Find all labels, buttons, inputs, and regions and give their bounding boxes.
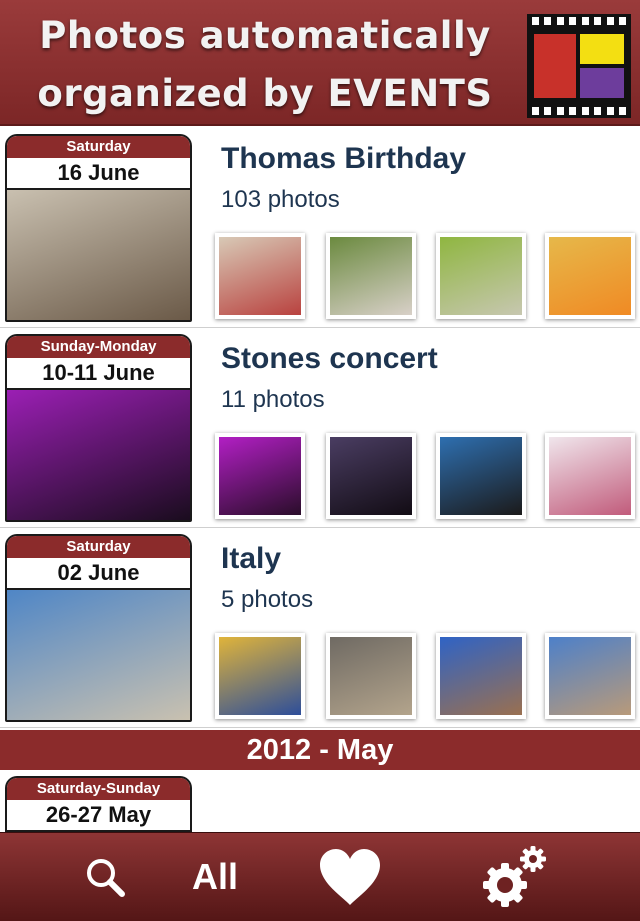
event-day: Saturday: [7, 536, 190, 558]
event-thumbnail[interactable]: [545, 433, 635, 519]
event-title[interactable]: Stones concert: [221, 342, 438, 376]
banner-line-2: organized by EVENTS: [37, 72, 493, 115]
event-thumbnail[interactable]: [215, 633, 305, 719]
event-thumbnail[interactable]: [436, 633, 526, 719]
event-row[interactable]: Sunday-Monday 10-11 June Stones concert …: [0, 328, 640, 528]
event-thumbnail[interactable]: [436, 233, 526, 319]
event-day: Saturday: [7, 136, 190, 158]
event-day: Saturday-Sunday: [7, 778, 190, 800]
event-thumbnails: [215, 633, 640, 723]
event-row[interactable]: Saturday 16 June Thomas Birthday 103 pho…: [0, 128, 640, 328]
event-thumbnails: [215, 233, 640, 323]
event-title[interactable]: Italy: [221, 542, 281, 576]
month-section-header: 2012 - May: [0, 730, 640, 770]
event-cover-photo: [7, 190, 190, 320]
search-icon: [87, 859, 125, 897]
film-calendar-logo-icon: [527, 14, 631, 118]
bottom-tab-bar: All: [0, 832, 640, 921]
gear-icon: [483, 846, 546, 907]
event-thumbnail[interactable]: [326, 633, 416, 719]
event-cover-photo: [7, 390, 190, 520]
event-thumbnail[interactable]: [436, 433, 526, 519]
event-thumbnail[interactable]: [215, 233, 305, 319]
event-date: 26-27 May: [7, 800, 190, 832]
all-tab[interactable]: All: [170, 833, 260, 921]
settings-tab[interactable]: [470, 833, 560, 921]
event-thumbnail[interactable]: [545, 233, 635, 319]
event-calendar-card[interactable]: Saturday 02 June: [5, 534, 192, 722]
event-thumbnail[interactable]: [215, 433, 305, 519]
banner-line-1: Photos automatically: [39, 14, 491, 57]
event-photo-count: 103 photos: [221, 186, 340, 213]
event-date: 16 June: [7, 158, 190, 190]
favorites-tab[interactable]: [312, 833, 388, 921]
event-calendar-card[interactable]: Saturday 16 June: [5, 134, 192, 322]
event-date: 10-11 June: [7, 358, 190, 390]
event-row[interactable]: Saturday-Sunday 26-27 May: [0, 770, 640, 846]
event-thumbnail[interactable]: [545, 633, 635, 719]
header-banner: Photos automatically organized by EVENTS: [0, 0, 640, 126]
event-photo-count: 5 photos: [221, 586, 314, 613]
search-tab[interactable]: [70, 833, 140, 921]
event-thumbnail[interactable]: [326, 433, 416, 519]
event-day: Sunday-Monday: [7, 336, 190, 358]
event-date: 02 June: [7, 558, 190, 590]
heart-icon: [320, 849, 380, 905]
event-thumbnail[interactable]: [326, 233, 416, 319]
event-cover-photo: [7, 590, 190, 720]
all-tab-label: All: [191, 856, 238, 897]
event-calendar-card[interactable]: Sunday-Monday 10-11 June: [5, 334, 192, 522]
event-row[interactable]: Saturday 02 June Italy 5 photos: [0, 528, 640, 728]
event-photo-count: 11 photos: [221, 386, 325, 413]
event-title[interactable]: Thomas Birthday: [221, 142, 466, 176]
event-thumbnails: [215, 433, 640, 523]
